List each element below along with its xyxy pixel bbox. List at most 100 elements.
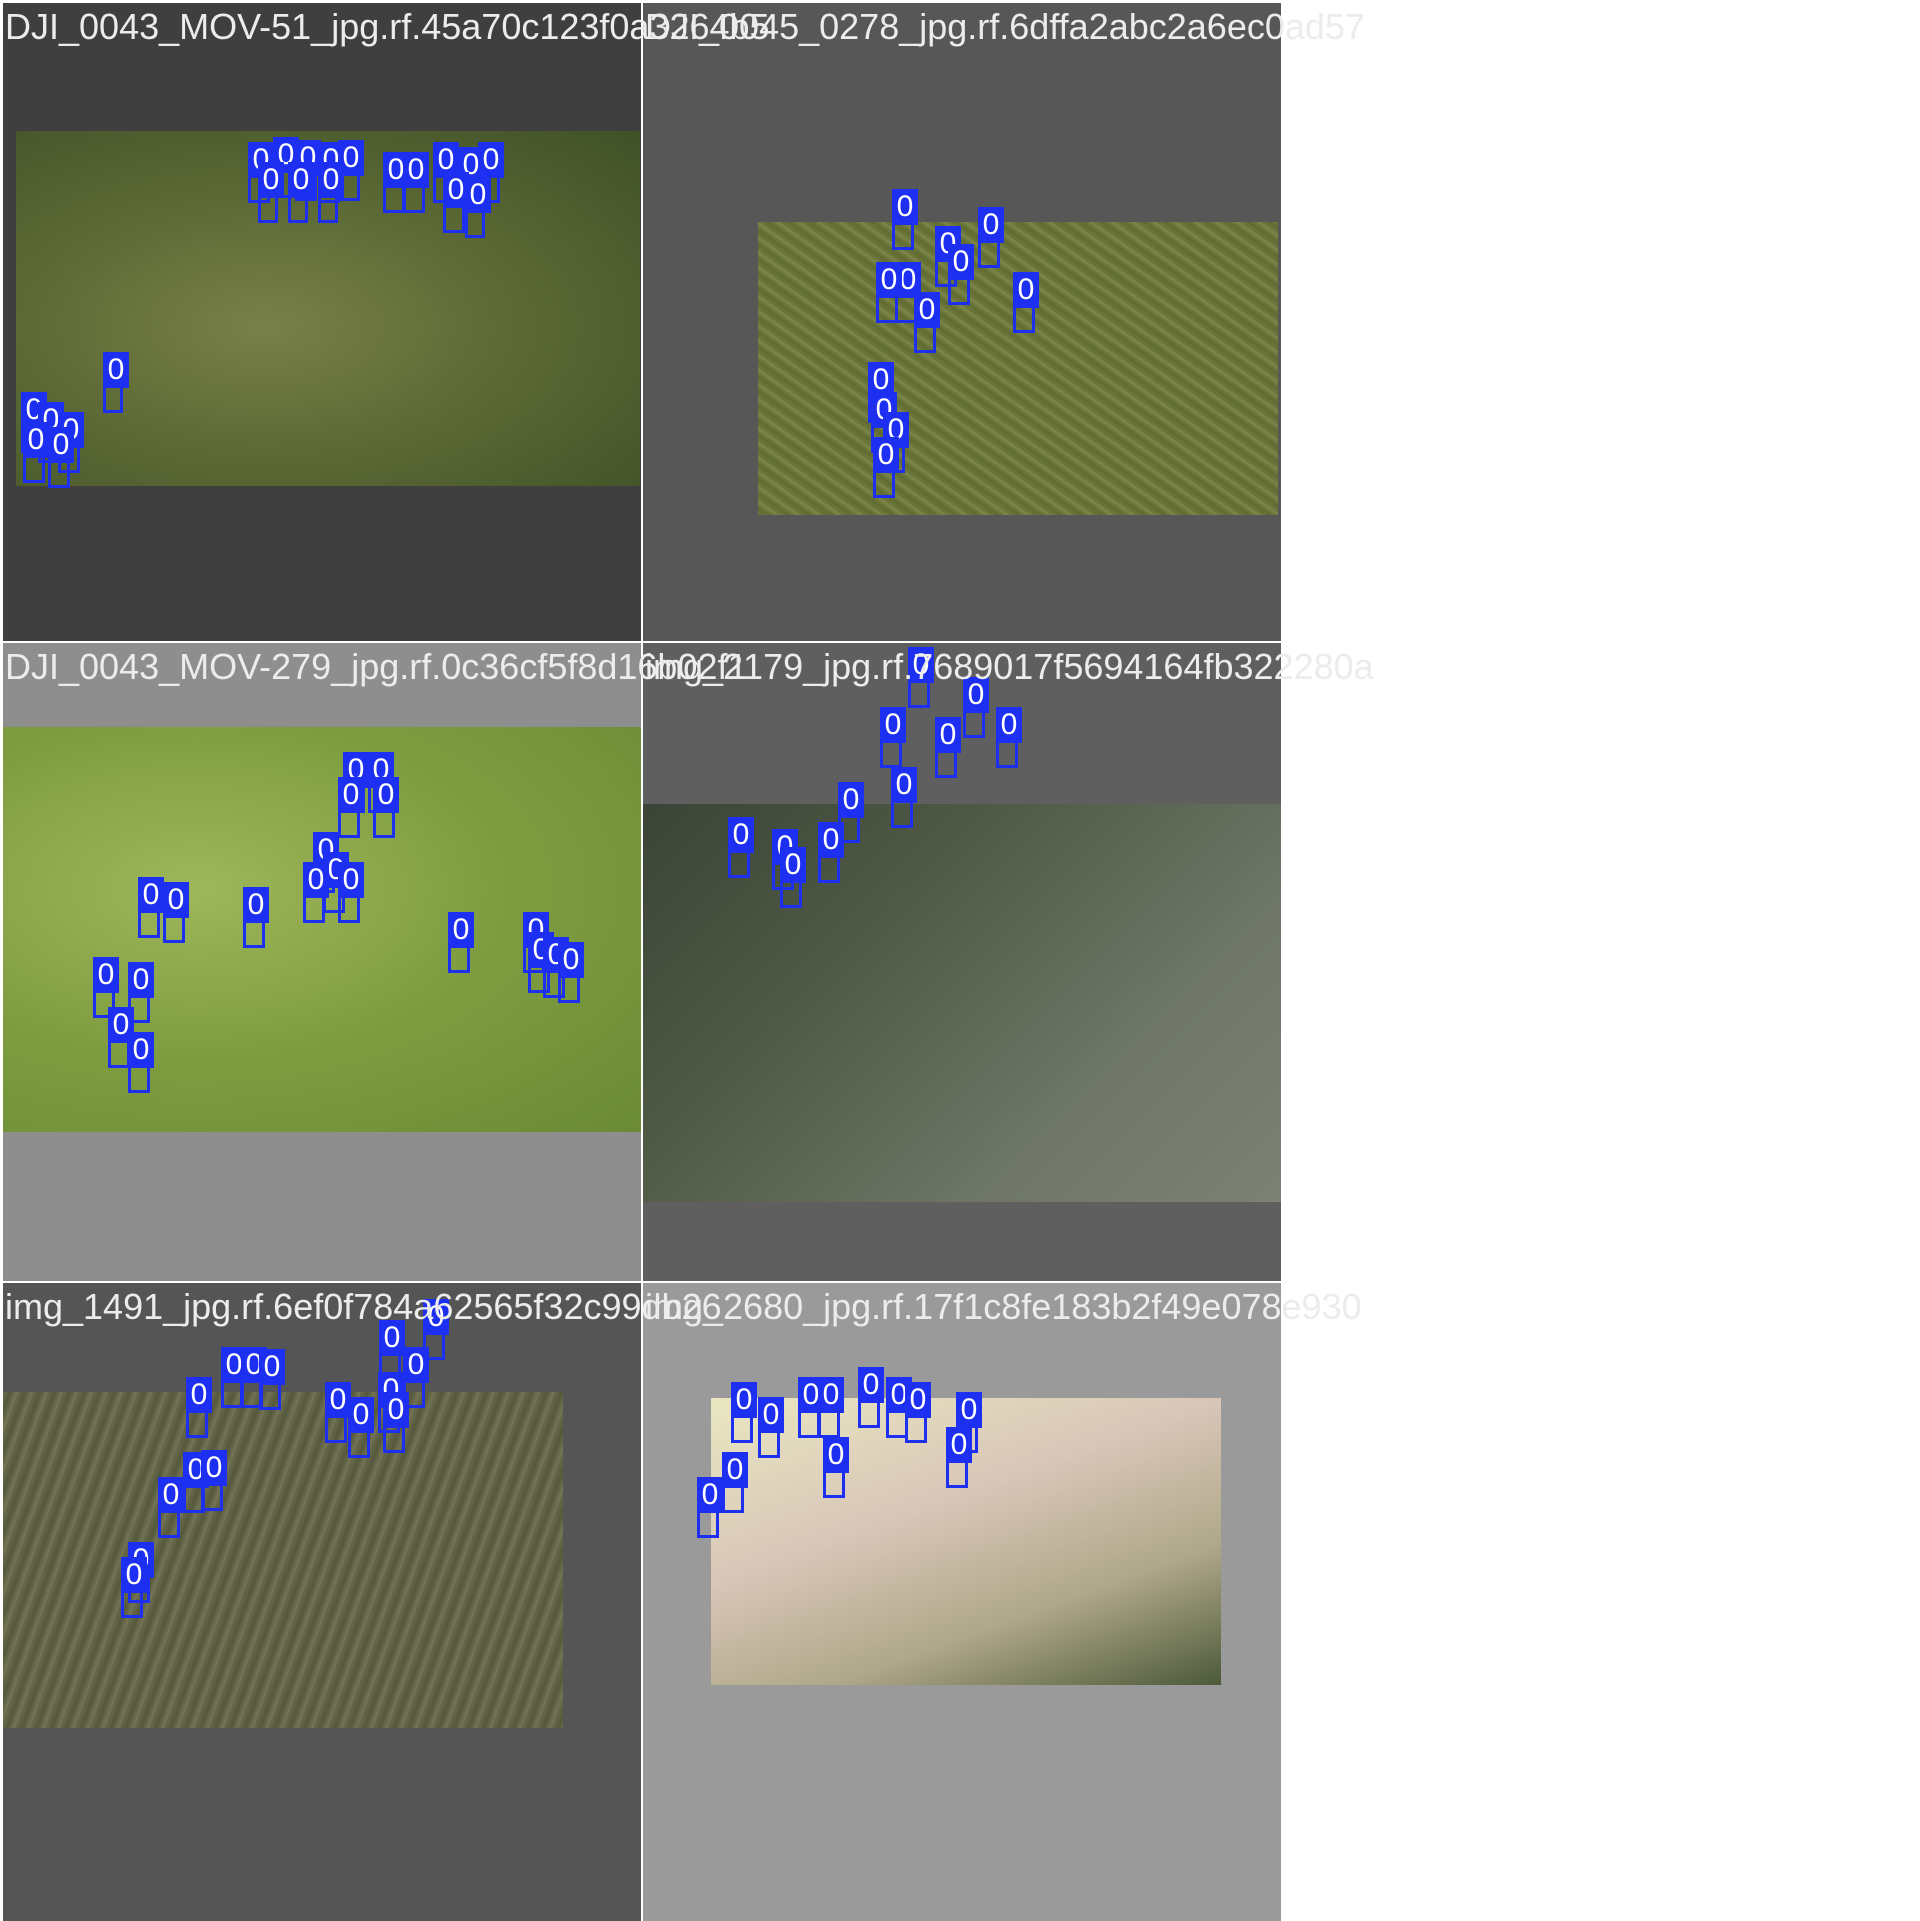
detection-class-label: 0 [121,1557,147,1593]
detection-class-label: 0 [823,1437,849,1473]
detection-class-label: 0 [978,207,1004,243]
detection-class-label: 0 [892,189,918,225]
detection-box: 0 [383,152,409,213]
detection-box: 0 [873,437,899,498]
detection-box: 0 [383,1392,409,1453]
detection-class-label: 0 [448,912,474,948]
detection-box: 0 [243,887,269,948]
detection-class-label: 0 [818,1377,844,1413]
detection-box: 0 [325,1382,351,1443]
detection-box: 0 [818,822,844,883]
mosaic-tile: DJI_0043_MOV-51_jpg.rf.45a70c123f0a3264b… [3,3,770,641]
detection-box: 0 [1013,272,1039,333]
tile-title: img_2179_jpg.rf.7689017f5694164fb322280a [645,646,1374,687]
detection-box: 0 [103,352,129,413]
detection-class-label: 0 [243,887,269,923]
detection-class-label: 0 [956,1392,982,1428]
detection-box: 0 [996,707,1022,768]
detection-class-label: 0 [259,1349,285,1385]
detection-box: 0 [798,1377,824,1438]
detection-box: 0 [373,777,399,838]
detection-class-label: 0 [914,292,940,328]
detection-class-label: 0 [403,1347,429,1383]
detection-class-label: 0 [348,1397,374,1433]
detection-class-label: 0 [905,1382,931,1418]
detection-box: 0 [963,677,989,738]
detection-class-label: 0 [728,817,754,853]
detection-class-label: 0 [201,1450,227,1486]
detection-class-label: 0 [880,707,906,743]
detection-class-label: 0 [93,957,119,993]
mosaic-tile: DJI_0043_MOV-279_jpg.rf.0c36cf5f8d16b02f… [3,643,748,1281]
detection-class-label: 0 [780,847,806,883]
detection-box: 0 [318,162,344,223]
detection-class-label: 0 [338,862,364,898]
detection-box: 0 [108,1007,134,1068]
detection-class-label: 0 [23,422,49,458]
mosaic-tile: img_2680_jpg.rf.17f1c8fe183b2f49e078e930… [643,1283,1362,1921]
detection-box: 0 [758,1397,784,1458]
detection-class-label: 0 [935,717,961,753]
detection-class-label: 0 [891,767,917,803]
detection-class-label: 0 [338,777,364,813]
drone-photo [758,222,1278,515]
detection-box: 0 [348,1397,374,1458]
detection-class-label: 0 [403,152,429,188]
detection-box: 0 [138,877,164,938]
detection-box: 0 [258,162,284,223]
detection-box: 0 [858,1367,884,1428]
mosaic-tile: img_1491_jpg.rf.6ef0f784a62565f32c99db26… [3,1283,722,1921]
detection-box: 0 [448,912,474,973]
detection-box: 0 [158,1477,184,1538]
detection-class-label: 0 [158,1477,184,1513]
detection-box: 0 [697,1477,723,1538]
detection-box: 0 [221,1347,247,1408]
detection-box: 0 [780,847,806,908]
mosaic-tile: DJI_0045_0278_jpg.rf.6dffa2abc2a6ec0ad57… [643,3,1365,641]
detection-class-label: 0 [478,142,504,178]
detection-class-label: 0 [138,877,164,913]
detection-class-label: 0 [946,1427,972,1463]
detection-class-label: 0 [303,862,329,898]
detection-class-label: 0 [722,1452,748,1488]
detection-box: 0 [338,862,364,923]
detection-class-label: 0 [876,262,902,298]
detection-box: 0 [465,177,491,238]
detection-box: 0 [338,777,364,838]
drone-photo [3,1392,563,1728]
mosaic-tile: img_2179_jpg.rf.7689017f5694164fb322280a… [643,643,1374,1281]
tile-title: img_2680_jpg.rf.17f1c8fe183b2f49e078e930 [645,1286,1362,1327]
detection-class-label: 0 [288,162,314,198]
detection-class-label: 0 [465,177,491,213]
detection-box: 0 [259,1349,285,1410]
detection-box: 0 [905,1382,931,1443]
tile-title: img_1491_jpg.rf.6ef0f784a62565f32c99db26 [5,1286,722,1327]
detection-class-label: 0 [186,1377,212,1413]
detection-box: 0 [303,862,329,923]
detection-class-label: 0 [258,162,284,198]
detection-class-label: 0 [697,1477,723,1513]
detection-box: 0 [288,162,314,223]
detection-box: 0 [558,942,584,1003]
detection-box: 0 [48,427,74,488]
detection-box: 0 [892,189,918,250]
detection-box: 0 [443,172,469,233]
detection-class-label: 0 [558,942,584,978]
detection-box: 0 [23,422,49,483]
detection-box: 0 [880,707,906,768]
detection-class-label: 0 [818,822,844,858]
detection-class-label: 0 [373,777,399,813]
detection-class-label: 0 [758,1397,784,1433]
detection-box: 0 [728,817,754,878]
detection-box: 0 [818,1377,844,1438]
detection-box: 0 [823,1437,849,1498]
detection-class-label: 0 [1013,272,1039,308]
detection-box: 0 [946,1427,972,1488]
detection-box: 0 [731,1382,757,1443]
detection-box: 0 [186,1377,212,1438]
detection-class-label: 0 [858,1367,884,1403]
tile-title: DJI_0043_MOV-279_jpg.rf.0c36cf5f8d16b02f… [5,646,748,687]
detection-box: 0 [128,1032,154,1093]
detection-box: 0 [978,207,1004,268]
detection-class-label: 0 [838,782,864,818]
